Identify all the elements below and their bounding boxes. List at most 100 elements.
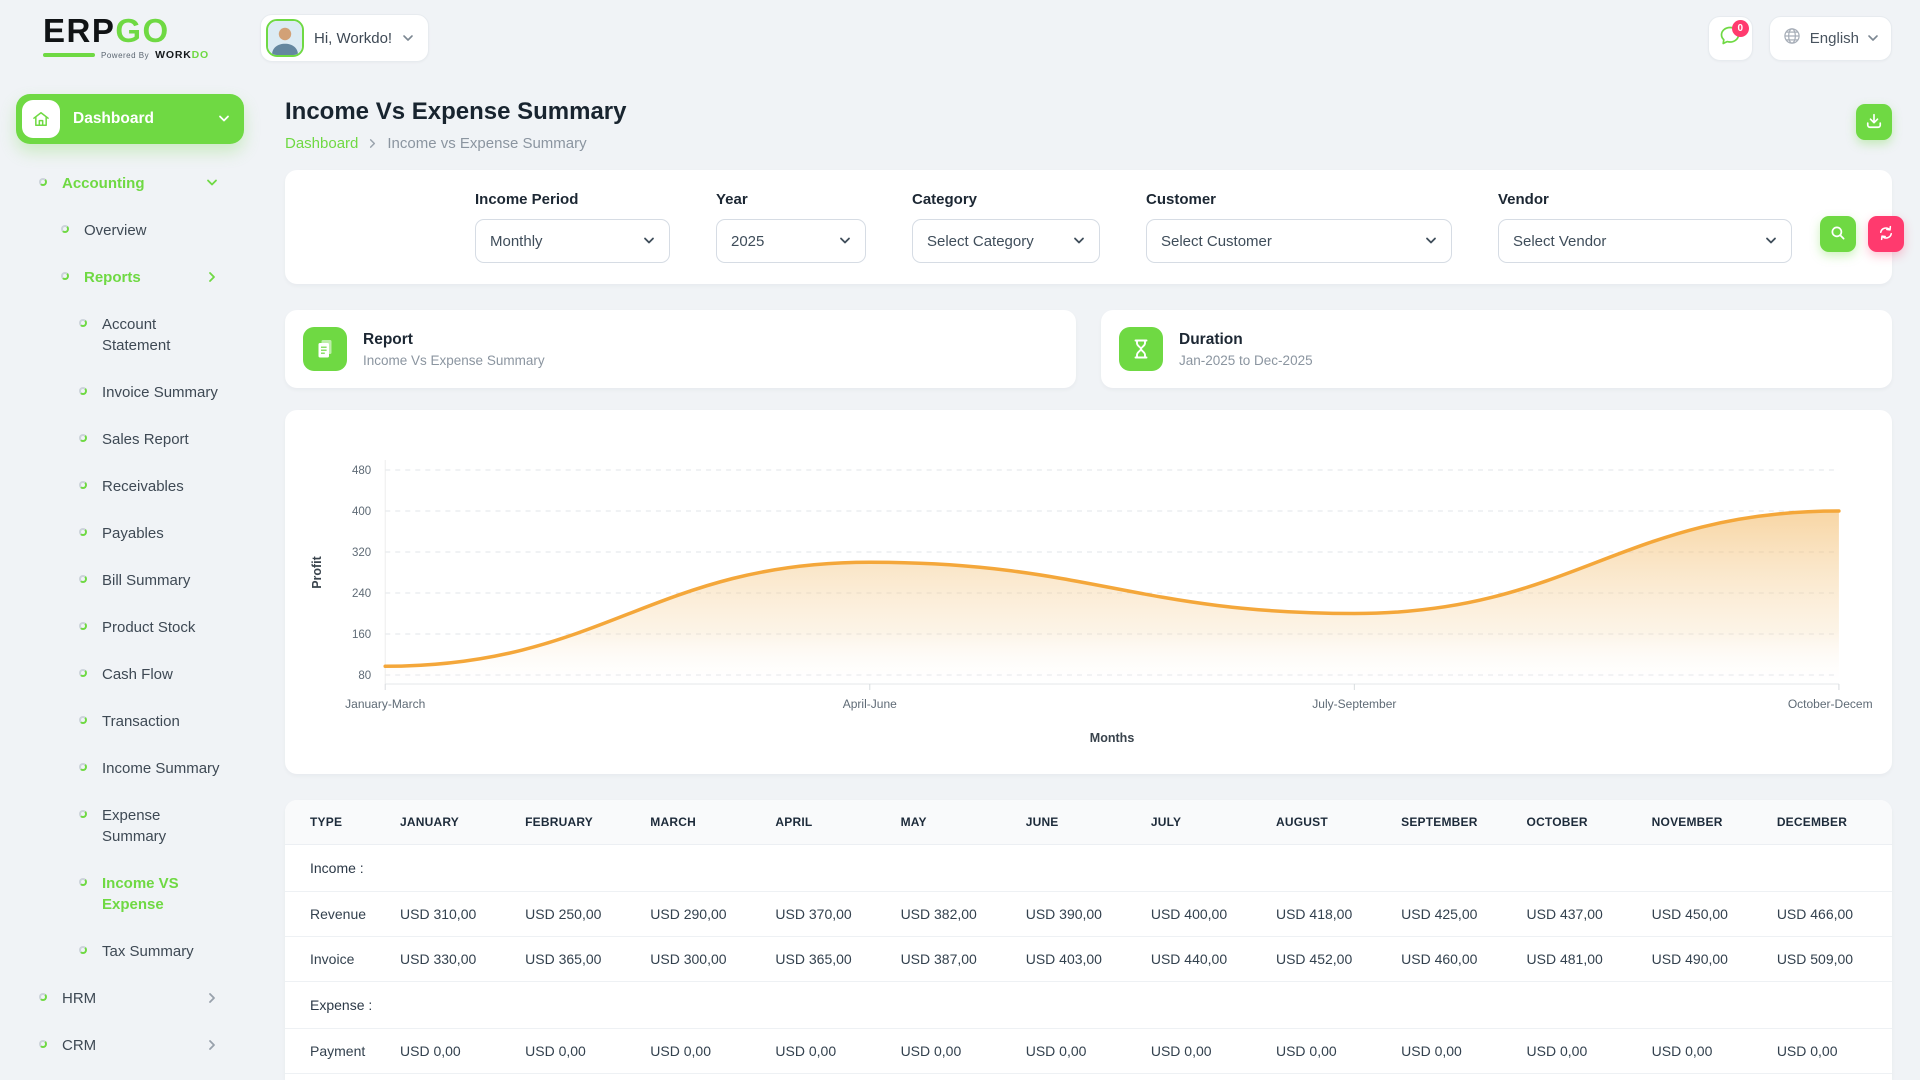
amount-cell: USD 400,00: [1140, 891, 1266, 937]
bullet-icon: [79, 946, 87, 954]
greeting-text: Hi, Workdo!: [314, 29, 393, 47]
breadcrumb: Dashboard Income vs Expense Summary: [285, 135, 626, 152]
column-header-october: OCTOBER: [1516, 800, 1642, 845]
bullet-icon: [39, 993, 47, 1001]
table-row-income: Income :: [285, 844, 1892, 892]
income-period-select[interactable]: Monthly: [475, 219, 670, 263]
amount-cell: USD 0,00: [1265, 1028, 1392, 1074]
chevron-right-icon: [206, 1039, 218, 1051]
notifications-button[interactable]: 0: [1707, 15, 1753, 61]
customer-select[interactable]: Select Customer: [1146, 219, 1452, 263]
svg-text:320: 320: [352, 547, 371, 559]
column-header-may: MAY: [890, 800, 1016, 845]
language-select[interactable]: English: [1768, 15, 1892, 61]
report-card-title: Report: [363, 330, 413, 348]
sidebar-item-accounting[interactable]: Accounting: [0, 160, 260, 207]
amount-cell: USD 310,00: [390, 891, 516, 937]
sidebar-item-payables[interactable]: Payables: [0, 510, 260, 557]
workdo-wordmark: WORKDO: [155, 49, 209, 61]
user-menu[interactable]: Hi, Workdo!: [260, 14, 430, 62]
amount-cell: USD 403,00: [1015, 936, 1141, 982]
column-header-december: DECEMBER: [1766, 800, 1892, 845]
hourglass-icon: [1119, 327, 1163, 371]
bullet-icon: [79, 763, 87, 771]
sidebar-item-reports[interactable]: Reports: [0, 254, 260, 301]
chevron-down-icon: [218, 113, 230, 125]
section-label: Expense :: [285, 981, 1892, 1029]
amount-cell: USD 0,00: [515, 1028, 641, 1074]
sidebar-item-income-summary[interactable]: Income Summary: [0, 745, 260, 792]
amount-cell: USD 365,00: [765, 936, 891, 982]
bullet-icon: [79, 481, 87, 489]
column-header-april: APRIL: [765, 800, 891, 845]
sidebar-item-invoice-summary[interactable]: Invoice Summary: [0, 369, 260, 416]
reset-button[interactable]: [1868, 216, 1904, 252]
user-avatar: [266, 19, 304, 57]
svg-text:160: 160: [352, 629, 371, 641]
filter-panel: Income Period Monthly Year 2025 Category Sele…: [285, 170, 1904, 284]
amount-cell: USD 0,00: [765, 1028, 891, 1074]
powered-by-text: Powered By: [101, 50, 150, 60]
language-label: English: [1809, 29, 1859, 47]
refresh-icon: [1877, 224, 1895, 245]
amount-cell: USD 370,00: [765, 891, 891, 937]
table-row-payment: Payment USD 0,00 USD 0,00 USD 0,00 USD 0,00 U…: [285, 1028, 1892, 1074]
sidebar-item-bill-summary[interactable]: Bill Summary: [0, 557, 260, 604]
amount-cell: USD 300,00: [640, 936, 766, 982]
chevron-down-icon: [643, 235, 655, 247]
sidebar-item-cash-flow[interactable]: Cash Flow: [0, 651, 260, 698]
svg-text:Months: Months: [1090, 731, 1135, 745]
amount-cell: USD 460,00: [1391, 936, 1517, 982]
download-button[interactable]: [1856, 104, 1892, 140]
home-icon: [22, 100, 60, 138]
report-card-subtitle: Income Vs Expense Summary: [363, 352, 545, 368]
sidebar-item-receivables[interactable]: Receivables: [0, 463, 260, 510]
breadcrumb-current: Income vs Expense Summary: [387, 135, 587, 152]
amount-cell: USD 0,00: [390, 1028, 516, 1074]
erpgo-logo[interactable]: ERPGO Powered By WORKDO: [43, 14, 209, 61]
search-button[interactable]: [1820, 216, 1856, 252]
sidebar-item-product-stock[interactable]: Product Stock: [0, 604, 260, 651]
vendor-select[interactable]: Select Vendor: [1498, 219, 1792, 263]
amount-cell: USD 0,00: [890, 1028, 1016, 1074]
filters-row: Income Period Monthly Year 2025 Category Sele…: [475, 191, 1838, 263]
amount-cell: USD 0,00: [1516, 1028, 1642, 1074]
category-select[interactable]: Select Category: [912, 219, 1100, 263]
sidebar-item-account-statement[interactable]: Account Statement: [0, 301, 260, 369]
row-type-label: Revenue: [285, 891, 390, 937]
sidebar-item-expense-summary[interactable]: Expense Summary: [0, 792, 260, 860]
breadcrumb-link-dashboard[interactable]: Dashboard: [285, 135, 358, 152]
sidebar-item-income-vs-expense[interactable]: Income VS Expense: [0, 860, 260, 928]
bullet-icon: [79, 434, 87, 442]
column-header-march: MARCH: [640, 800, 766, 845]
bullet-icon: [79, 387, 87, 395]
amount-cell: USD 382,00: [890, 891, 1016, 937]
bullet-icon: [79, 810, 87, 818]
table-row-invoice: Invoice USD 330,00 USD 365,00 USD 300,00 USD…: [285, 936, 1892, 982]
document-icon: [303, 327, 347, 371]
table-row-expense: Expense :: [285, 981, 1892, 1029]
sidebar-item-sales-report[interactable]: Sales Report: [0, 416, 260, 463]
sidebar-item-crm[interactable]: CRM: [0, 1022, 260, 1069]
vendor-label: Vendor: [1498, 191, 1549, 208]
sidebar-item-hrm[interactable]: HRM: [0, 975, 260, 1022]
amount-cell: USD 0,00: [640, 1028, 766, 1074]
sidebar-item-tax-summary[interactable]: Tax Summary: [0, 928, 260, 975]
amount-cell: USD 0,00: [1391, 1028, 1517, 1074]
sidebar-item-dashboard[interactable]: Dashboard: [16, 94, 244, 144]
sidebar-nav: Dashboard Accounting Overview Reports Accoun…: [0, 76, 260, 1069]
svg-text:480: 480: [352, 465, 371, 477]
page-title: Income Vs Expense Summary: [285, 98, 627, 125]
bullet-icon: [61, 225, 69, 233]
svg-text:January-March: January-March: [345, 697, 425, 711]
column-header-august: AUGUST: [1265, 800, 1392, 845]
sidebar-item-transaction[interactable]: Transaction: [0, 698, 260, 745]
amount-cell: USD 330,00: [390, 936, 516, 982]
amount-cell: USD 490,00: [1641, 936, 1767, 982]
year-select[interactable]: 2025: [716, 219, 866, 263]
chevron-down-icon: [402, 32, 414, 44]
profit-area-chart: 480 400 320 240 160 80 January-March April-June…: [310, 460, 1872, 745]
bullet-icon: [79, 319, 87, 327]
sidebar-item-overview[interactable]: Overview: [0, 207, 260, 254]
amount-cell: USD 390,00: [1015, 891, 1141, 937]
